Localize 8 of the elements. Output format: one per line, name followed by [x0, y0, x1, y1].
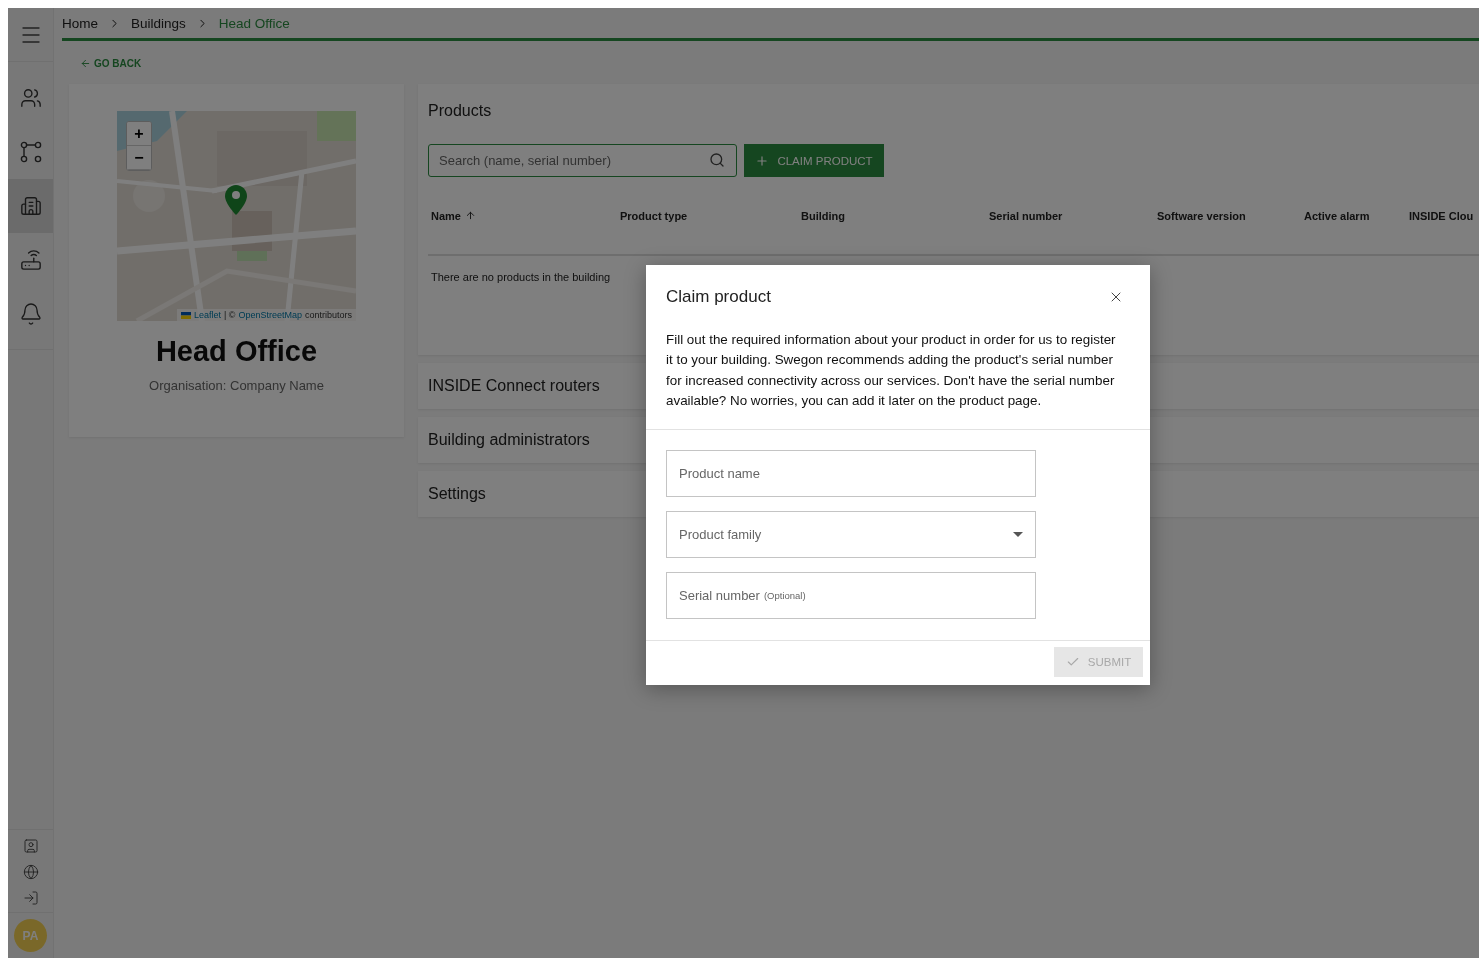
dialog-title: Claim product	[666, 287, 771, 307]
empty-message: There are no products in the building	[430, 270, 612, 283]
building-title: Head Office	[155, 335, 318, 368]
organisation-text: Organisation: Company Name	[149, 378, 324, 393]
attribution-text: | ©	[223, 310, 236, 320]
dialog-description: Fill out the required information about your product in order for us to register it to your building. Swegon recommends adding the product's serial number for increased connectivity across our services. Don't have the serial number available? No worries, you can add it later on the product page.	[646, 307, 1150, 431]
attribution-text: contributors	[304, 310, 352, 320]
products-title: Products	[428, 102, 493, 120]
